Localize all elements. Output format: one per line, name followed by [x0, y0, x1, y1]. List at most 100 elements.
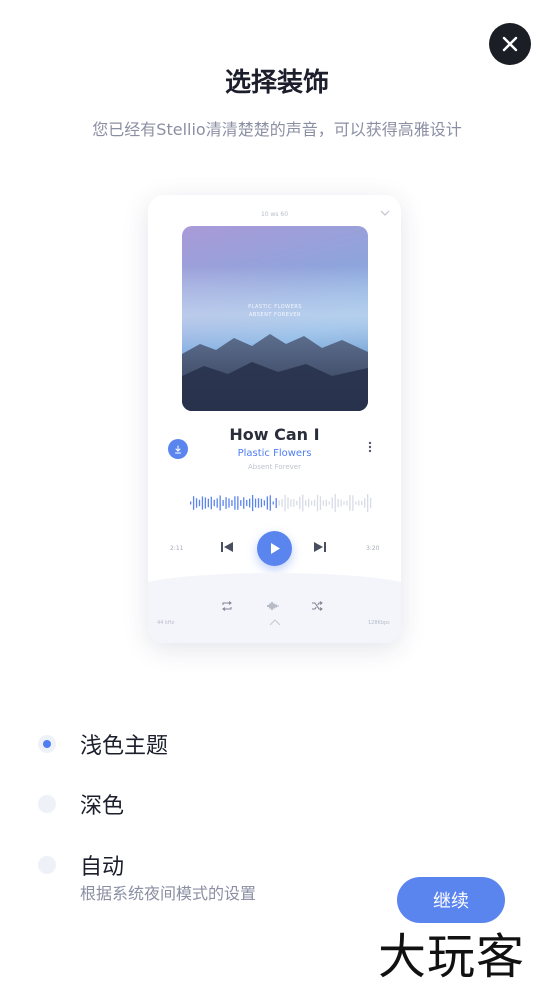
waveform-bar: [272, 501, 274, 505]
waveform-bar: [213, 499, 215, 507]
waveform-bar: [299, 496, 301, 510]
waveform-bar: [364, 498, 366, 508]
waveform-bar: [246, 499, 248, 507]
waveform-bar: [290, 499, 292, 507]
waveform-bar: [204, 497, 207, 509]
option-label: 浅色主题: [80, 734, 169, 759]
waveform-bar: [349, 495, 351, 511]
waveform-bar: [228, 498, 230, 508]
waveform-bar: [369, 497, 372, 509]
repeat-icon[interactable]: [221, 601, 233, 611]
waveform-bar: [355, 501, 357, 505]
waveform-bar: [361, 500, 363, 506]
waveform-bar: [334, 494, 336, 512]
page-title: 选择装饰: [224, 68, 329, 98]
waveform-bar: [201, 496, 204, 510]
option-auto-theme[interactable]: 自动: [38, 849, 124, 881]
waveform-bar: [234, 496, 236, 510]
waveform-bar: [195, 498, 198, 508]
album-art: PLASTIC FLOWERS ABSENT FOREVER: [182, 226, 368, 411]
waveform-bar: [325, 499, 327, 507]
waveform-bar: [275, 497, 277, 509]
waveform-bar: [328, 501, 330, 505]
waveform-bar: [358, 500, 360, 506]
waveform-bar: [251, 494, 254, 512]
close-button[interactable]: [489, 23, 531, 65]
waveform-bar: [293, 499, 295, 507]
waveform-bar: [302, 494, 304, 512]
waveform-bar: [331, 497, 333, 509]
waveform-bar: [322, 500, 325, 506]
skip-next-icon[interactable]: [313, 541, 327, 553]
waveform-bar: [343, 501, 345, 505]
bitrate: 128Kbps: [368, 620, 390, 626]
waveform-bar: [243, 497, 245, 509]
waveform-bar: [240, 500, 242, 506]
elapsed-time: 2:11: [170, 545, 184, 552]
waveform-bar: [316, 494, 319, 512]
waveform-bar: [340, 499, 342, 507]
waveform-bar: [237, 496, 239, 510]
page-subtitle: 您已经有Stellio清清楚楚的声音，可以获得高雅设计: [92, 120, 462, 139]
waveform-bar: [225, 497, 227, 509]
option-label: 自动: [80, 855, 125, 880]
play-icon: [270, 543, 280, 554]
waveform-bar: [190, 501, 192, 505]
option-dark-theme[interactable]: 深色: [38, 788, 124, 820]
waveform-bar: [249, 498, 251, 508]
radio-selected-dot: [43, 740, 51, 748]
waveform-bar: [305, 500, 307, 506]
radio-light-theme[interactable]: [38, 735, 56, 753]
theme-preview-card: 10 ws 60 PLASTIC FLOWERS ABSENT FOREVER: [148, 195, 401, 643]
waveform-bar: [219, 495, 221, 511]
equalizer-icon[interactable]: [267, 601, 279, 611]
total-time: 3:20: [366, 545, 380, 552]
option-light-theme[interactable]: 浅色主题: [38, 728, 168, 760]
waveform-bar: [231, 499, 233, 507]
album-art-text: ABSENT FOREVER: [249, 312, 301, 318]
waveform-bar: [263, 500, 266, 506]
album-art-text: PLASTIC FLOWERS: [248, 304, 302, 310]
radio-dark-theme[interactable]: [38, 795, 56, 813]
close-icon: [502, 36, 518, 52]
watermark-logo: 大玩客: [378, 929, 526, 984]
waveform-bar: [210, 496, 212, 510]
preview-clock: 10 ws 60: [260, 211, 289, 218]
waveform-bar: [207, 498, 209, 508]
waveform-bar: [308, 498, 310, 508]
song-title: How Can I: [229, 425, 320, 444]
song-artist[interactable]: Plastic Flowers: [148, 448, 401, 459]
waveform-seekbar[interactable]: [190, 491, 372, 515]
option-label: 深色: [80, 794, 125, 819]
sample-rate: 44 kHz: [157, 620, 175, 626]
waveform-bar: [192, 496, 195, 510]
waveform-bar: [260, 498, 263, 508]
waveform-bar: [269, 495, 271, 511]
waveform-bar: [367, 494, 369, 512]
waveform-bar: [287, 497, 289, 509]
waveform-bar: [278, 500, 280, 506]
chevron-down-icon: [380, 210, 390, 216]
skip-previous-icon[interactable]: [220, 541, 234, 553]
waveform-bar: [254, 498, 257, 508]
chevron-up-icon[interactable]: [269, 619, 281, 626]
waveform-bar: [216, 498, 218, 508]
play-button[interactable]: [257, 531, 292, 566]
radio-auto-theme[interactable]: [38, 856, 56, 874]
option-auto-description: 根据系统夜间模式的设置: [80, 884, 257, 903]
waveform-bar: [266, 496, 268, 510]
waveform-bar: [319, 496, 322, 510]
waveform-bar: [198, 499, 201, 507]
waveform-bar: [310, 500, 313, 506]
waveform-bar: [337, 498, 339, 508]
waveform-bar: [281, 499, 283, 507]
waveform-bar: [296, 500, 298, 506]
waveform-bar: [257, 498, 260, 508]
shuffle-icon[interactable]: [311, 601, 323, 611]
waveform-bar: [313, 499, 316, 507]
song-album: Absent Forever: [247, 463, 301, 471]
waveform-bar: [346, 500, 348, 506]
waveform-bar: [352, 495, 354, 511]
waveform-bar: [284, 494, 286, 512]
waveform-bar: [222, 500, 224, 506]
